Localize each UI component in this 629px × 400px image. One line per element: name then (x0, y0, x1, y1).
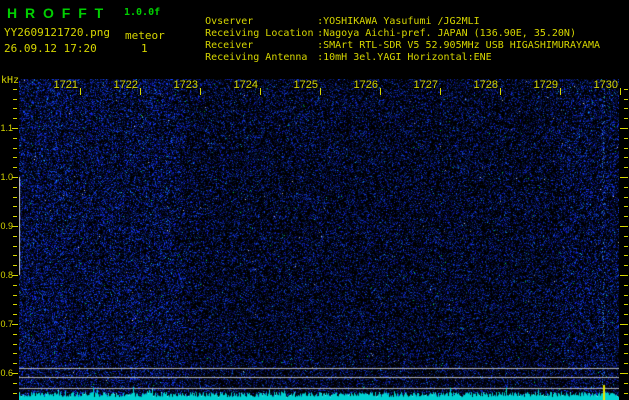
hrofft-window: H R O F F T 1.0.0f YY2609121720.png mete… (0, 0, 629, 400)
time-tick-label: 1727 (413, 79, 438, 91)
freq-minor-tick-left (13, 333, 17, 335)
freq-major-tick-left (12, 177, 18, 178)
freq-minor-tick-right (624, 245, 628, 247)
freq-minor-tick-left (13, 108, 17, 110)
freq-minor-tick-right (624, 157, 628, 159)
freq-minor-tick-right (624, 235, 628, 237)
time-tick (560, 88, 561, 95)
freq-minor-tick-right (624, 88, 628, 90)
freq-major-tick-right (620, 275, 628, 276)
freq-minor-tick-left (13, 157, 17, 159)
freq-minor-tick-right (624, 255, 628, 257)
output-filename: YY2609121720.png (4, 26, 110, 39)
freq-minor-tick-left (13, 206, 17, 208)
freq-minor-tick-right (624, 147, 628, 149)
freq-axis-unit: kHz (1, 75, 20, 86)
freq-minor-tick-right (624, 363, 628, 365)
freq-minor-tick-left (13, 343, 17, 345)
info-row-antenna: Receiving Antenna :10mH 3el.YAGI Horizont… (181, 41, 492, 74)
freq-minor-tick-left (13, 118, 17, 120)
freq-major-tick-left (12, 324, 18, 325)
freq-major-tick-right (620, 177, 628, 178)
freq-minor-tick-right (624, 118, 628, 120)
time-tick-label: 1726 (353, 79, 378, 91)
freq-minor-tick-right (624, 392, 628, 394)
freq-major-tick-right (620, 373, 628, 374)
time-tick-label: 1729 (533, 79, 558, 91)
time-tick (620, 88, 621, 95)
version-label: 1.0.0f (124, 7, 161, 18)
freq-minor-tick-right (624, 167, 628, 169)
datetime-label: 26.09.12 17:20 (4, 42, 97, 55)
time-tick (500, 88, 501, 95)
mode-label: meteor (125, 29, 165, 42)
spectrogram-canvas (19, 79, 619, 400)
freq-minor-tick-right (624, 98, 628, 100)
freq-minor-tick-right (624, 265, 628, 267)
time-tick-label: 1724 (233, 79, 258, 91)
freq-minor-tick-left (13, 245, 17, 247)
freq-minor-tick-left (13, 196, 17, 198)
freq-major-tick-left (12, 128, 18, 129)
time-tick (200, 88, 201, 95)
freq-minor-tick-left (13, 392, 17, 394)
freq-minor-tick-left (13, 167, 17, 169)
freq-minor-tick-left (13, 314, 17, 316)
freq-minor-tick-right (624, 108, 628, 110)
time-tick (320, 88, 321, 95)
time-tick-label: 1728 (473, 79, 498, 91)
time-tick (440, 88, 441, 95)
sequence-number: 1 (141, 42, 148, 55)
freq-minor-tick-left (13, 353, 17, 355)
time-tick (140, 88, 141, 95)
freq-minor-tick-left (13, 294, 17, 296)
freq-minor-tick-right (624, 333, 628, 335)
freq-minor-tick-right (624, 206, 628, 208)
time-tick-label: 1725 (293, 79, 318, 91)
freq-minor-tick-left (13, 216, 17, 218)
app-title: H R O F F T (7, 5, 106, 21)
antenna-label: Receiving Antenna (205, 52, 308, 63)
freq-major-tick-right (620, 324, 628, 325)
time-tick-label: 1730 (593, 79, 618, 91)
freq-minor-tick-left (13, 304, 17, 306)
freq-minor-tick-right (624, 353, 628, 355)
freq-minor-tick-right (624, 294, 628, 296)
freq-major-tick-left (12, 275, 18, 276)
freq-minor-tick-left (13, 265, 17, 267)
freq-minor-tick-right (624, 343, 628, 345)
time-tick (80, 88, 81, 95)
time-tick-label: 1723 (173, 79, 198, 91)
time-tick-label: 1722 (113, 79, 138, 91)
freq-minor-tick-left (13, 284, 17, 286)
freq-minor-tick-right (624, 382, 628, 384)
freq-minor-tick-left (13, 363, 17, 365)
time-tick (260, 88, 261, 95)
freq-minor-tick-right (624, 284, 628, 286)
freq-minor-tick-right (624, 137, 628, 139)
freq-minor-tick-left (13, 147, 17, 149)
freq-minor-tick-left (13, 88, 17, 90)
freq-minor-tick-left (13, 137, 17, 139)
freq-minor-tick-left (13, 255, 17, 257)
freq-minor-tick-right (624, 186, 628, 188)
freq-minor-tick-left (13, 186, 17, 188)
freq-major-tick-right (620, 226, 628, 227)
freq-minor-tick-left (13, 235, 17, 237)
freq-minor-tick-left (13, 382, 17, 384)
freq-major-tick-left (12, 373, 18, 374)
freq-minor-tick-right (624, 216, 628, 218)
freq-minor-tick-left (13, 98, 17, 100)
time-tick (380, 88, 381, 95)
freq-minor-tick-right (624, 196, 628, 198)
time-tick-label: 1721 (53, 79, 78, 91)
freq-major-tick-left (12, 226, 18, 227)
freq-minor-tick-right (624, 314, 628, 316)
freq-major-tick-right (620, 128, 628, 129)
antenna-value: :10mH 3el.YAGI Horizontal:ENE (317, 52, 492, 63)
freq-minor-tick-right (624, 304, 628, 306)
